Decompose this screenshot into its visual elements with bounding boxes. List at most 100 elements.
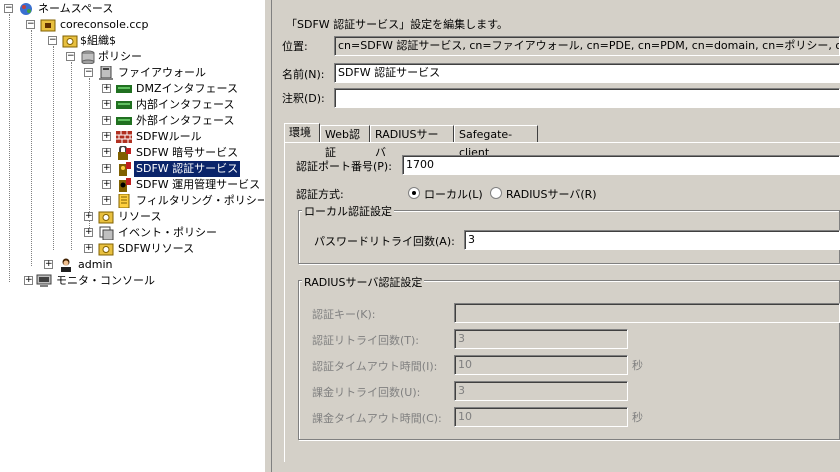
expand-icon[interactable]: +: [102, 148, 111, 157]
tab-web-auth[interactable]: Web認証: [320, 125, 370, 159]
admin-service-icon: [119, 178, 131, 192]
pane-splitter[interactable]: [264, 0, 272, 472]
tree-node-dmz[interactable]: + DMZインタフェース: [0, 81, 264, 97]
note-input[interactable]: [334, 88, 840, 108]
user-icon: [61, 258, 71, 272]
monitor-icon: [36, 274, 52, 287]
auth-retry-input[interactable]: 3: [454, 329, 628, 349]
auth-timeout-input[interactable]: 10: [454, 355, 628, 375]
password-retry-label: パスワードリトライ回数(A):: [314, 235, 455, 248]
note-label: 注釈(D):: [282, 92, 325, 105]
tree-label: リソース: [118, 210, 162, 223]
port-label: 認証ポート番号(P):: [296, 160, 392, 173]
expand-icon[interactable]: +: [84, 244, 93, 253]
tree-label: 外部インタフェース: [136, 114, 235, 127]
expand-icon[interactable]: +: [84, 212, 93, 221]
database-icon: [81, 50, 95, 64]
collapse-icon[interactable]: −: [4, 4, 13, 13]
tab-radius-server[interactable]: RADIUSサーバ: [370, 125, 454, 159]
tree-label: フィルタリング・ポリシー: [136, 194, 264, 207]
method-label: 認証方式:: [296, 188, 344, 201]
radio-radius[interactable]: [490, 187, 502, 199]
panel-heading: 「SDFW 認証サービス」設定を編集します。: [286, 18, 509, 31]
tree-node-policy[interactable]: − ポリシー: [0, 49, 264, 65]
auth-key-input[interactable]: [454, 303, 840, 323]
billing-retry-label: 課金リトライ回数(U):: [312, 386, 421, 399]
port-input[interactable]: 1700: [402, 155, 840, 175]
radio-radius-label[interactable]: RADIUSサーバ(R): [506, 186, 597, 202]
tree-node-admin[interactable]: + admin: [0, 257, 264, 273]
tree-label-selected: SDFW 認証サービス: [134, 161, 241, 177]
tree-label: coreconsole.ccp: [60, 18, 149, 31]
tree-node-filtering[interactable]: + フィルタリング・ポリシー: [0, 193, 264, 209]
key-person-icon: [119, 162, 131, 176]
collapse-icon[interactable]: −: [84, 68, 93, 77]
resource-icon: [98, 243, 114, 256]
network-card-icon: [116, 101, 132, 109]
expand-icon[interactable]: +: [102, 196, 111, 205]
expand-icon[interactable]: +: [102, 116, 111, 125]
auth-timeout-label: 認証タイムアウト時間(I):: [312, 360, 438, 373]
organization-icon: [62, 35, 78, 48]
tree-node-event-policy[interactable]: + イベント・ポリシー: [0, 225, 264, 241]
tree-node-sdfw-auth[interactable]: + SDFW 認証サービス: [0, 161, 264, 177]
radio-local[interactable]: [408, 187, 420, 199]
tree-label: SDFWリソース: [118, 242, 195, 255]
billing-retry-input[interactable]: 3: [454, 381, 628, 401]
expand-icon[interactable]: +: [84, 228, 93, 237]
name-input[interactable]: SDFW 認証サービス: [334, 63, 840, 83]
expand-icon[interactable]: +: [102, 180, 111, 189]
computer-icon: [99, 66, 113, 80]
location-field[interactable]: cn=SDFW 認証サービス, cn=ファイアウォール, cn=PDE, cn=…: [334, 36, 840, 56]
tree-node-sdfw-crypto[interactable]: + SDFW 暗号サービス: [0, 145, 264, 161]
resource-icon: [98, 211, 114, 224]
tree-node-org[interactable]: − $組織$: [0, 33, 264, 49]
tree-node-coreconsole[interactable]: − coreconsole.ccp: [0, 17, 264, 33]
tree-node-monitor[interactable]: + モニタ・コンソール: [0, 273, 264, 289]
local-auth-group-title: ローカル認証設定: [302, 203, 394, 219]
expand-icon[interactable]: +: [102, 164, 111, 173]
network-card-icon: [116, 85, 132, 93]
tree-node-firewall[interactable]: − ファイアウォール: [0, 65, 264, 81]
tree-node-sdfw-resource[interactable]: + SDFWリソース: [0, 241, 264, 257]
tree-node-inner[interactable]: + 内部インタフェース: [0, 97, 264, 113]
auth-key-label: 認証キー(K):: [312, 308, 376, 321]
properties-panel: 「SDFW 認証サービス」設定を編集します。 位置: cn=SDFW 認証サービ…: [272, 0, 840, 472]
tree-label: ファイアウォール: [118, 66, 206, 79]
collapse-icon[interactable]: −: [26, 20, 35, 29]
document-icon: [118, 194, 130, 208]
expand-icon[interactable]: +: [102, 132, 111, 141]
event-icon: [99, 226, 114, 240]
tree-node-sdfw-rule[interactable]: + SDFWルール: [0, 129, 264, 145]
console-icon: [40, 19, 56, 32]
tree-label: モニタ・コンソール: [56, 274, 155, 287]
collapse-icon[interactable]: −: [66, 52, 75, 61]
expand-icon[interactable]: +: [24, 276, 33, 285]
tree-label: SDFWルール: [136, 130, 202, 143]
auth-retry-label: 認証リトライ回数(T):: [312, 334, 420, 347]
tree-label: DMZインタフェース: [136, 82, 238, 95]
expand-icon[interactable]: +: [44, 260, 53, 269]
tree-label: $組織$: [80, 34, 116, 47]
radio-local-label[interactable]: ローカル(L): [424, 186, 483, 202]
tab-safegate-client[interactable]: Safegate-client: [454, 125, 538, 159]
tree-node-namespace[interactable]: − ネームスペース: [0, 1, 264, 17]
password-retry-input[interactable]: 3: [464, 230, 840, 250]
tree-node-sdfw-admin[interactable]: + SDFW 運用管理サービス: [0, 177, 264, 193]
name-label: 名前(N):: [282, 68, 325, 81]
tree-node-outer[interactable]: + 外部インタフェース: [0, 113, 264, 129]
expand-icon[interactable]: +: [102, 84, 111, 93]
tree-node-resource[interactable]: + リソース: [0, 209, 264, 225]
tree-label: ポリシー: [98, 50, 142, 63]
tab-environment[interactable]: 環境: [284, 123, 320, 143]
network-card-icon: [116, 117, 132, 125]
billing-timeout-input[interactable]: 10: [454, 407, 628, 427]
auth-timeout-unit: 秒: [632, 359, 643, 372]
tree-label: 内部インタフェース: [136, 98, 235, 111]
radius-auth-group-title: RADIUSサーバ認証設定: [302, 274, 425, 290]
tree-label: SDFW 暗号サービス: [136, 146, 239, 159]
collapse-icon[interactable]: −: [48, 36, 57, 45]
namespace-tree[interactable]: − ネームスペース − coreconsole.ccp − $組織$ − ポリシ…: [0, 0, 264, 472]
expand-icon[interactable]: +: [102, 100, 111, 109]
location-label: 位置:: [282, 40, 308, 53]
